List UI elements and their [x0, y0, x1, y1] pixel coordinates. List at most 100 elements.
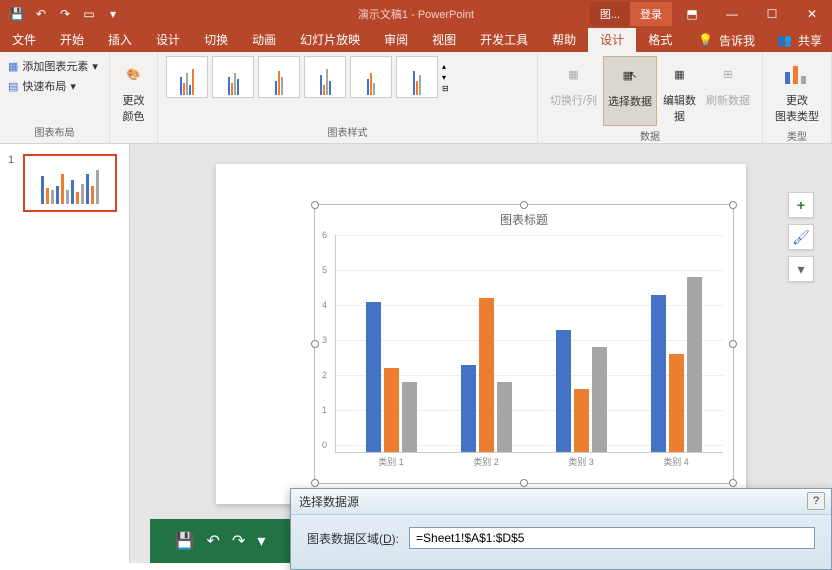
tab-animation[interactable]: 动画 — [240, 28, 288, 52]
redo-icon[interactable]: ↷ — [56, 5, 74, 23]
plus-icon: + — [797, 197, 805, 213]
quick-layout-icon: ▤ — [8, 80, 18, 93]
qat-dropdown-icon[interactable]: ▾ — [104, 5, 122, 23]
slide-number: 1 — [8, 154, 14, 166]
add-chart-element-button[interactable]: ▦添加图表元素 ▾ — [8, 56, 101, 76]
tab-slideshow[interactable]: 幻灯片放映 — [288, 28, 372, 52]
excel-quick-bar: 💾 ↶ ↷ ▾ — [150, 519, 290, 563]
chevron-down-icon: ▾ — [442, 73, 456, 82]
context-tab-image[interactable]: 图... — [590, 2, 630, 26]
group-label-layout: 图表布局 — [8, 122, 101, 139]
slide[interactable]: 图表标题 0123456类别 1类别 2类别 3类别 4 — [216, 164, 746, 504]
change-colors-button[interactable]: 🎨 更改 颜色 — [118, 56, 149, 126]
resize-handle-icon[interactable] — [520, 201, 528, 209]
ribbon-group-colors: 🎨 更改 颜色 — [110, 52, 158, 143]
titlebar-right: 图... 登录 ⬒ — ☐ ✕ — [590, 0, 832, 28]
group-label-data: 数据 — [546, 126, 754, 143]
edit-data-icon: ▦ — [664, 58, 696, 90]
refresh-data-button: ⊞ 刷新数据 — [702, 56, 754, 126]
brush-icon: 🖌 — [792, 229, 810, 246]
minimize-icon[interactable]: — — [712, 0, 752, 28]
undo-icon[interactable]: ↶ — [32, 5, 50, 23]
help-icon[interactable]: ? — [807, 492, 825, 510]
add-element-icon: ▦ — [8, 60, 18, 73]
close-icon[interactable]: ✕ — [792, 0, 832, 28]
share-icon: 👥 — [777, 33, 792, 47]
slide-thumbnails-panel: 1 — [0, 144, 130, 563]
maximize-icon[interactable]: ☐ — [752, 0, 792, 28]
tellme-label[interactable]: 告诉我 — [719, 32, 755, 49]
resize-handle-icon[interactable] — [520, 479, 528, 487]
cursor-icon: ↖ — [629, 70, 637, 81]
style-thumb-6[interactable] — [396, 56, 438, 98]
chart-title[interactable]: 图表标题 — [315, 205, 733, 234]
slide-thumbnail-1[interactable] — [23, 154, 117, 212]
undo-icon[interactable]: ↶ — [207, 531, 220, 551]
tab-home[interactable]: 开始 — [48, 28, 96, 52]
redo-icon[interactable]: ↷ — [232, 531, 245, 551]
chart-object[interactable]: 图表标题 0123456类别 1类别 2类别 3类别 4 — [314, 204, 734, 484]
quick-layout-button[interactable]: ▤快速布局 ▾ — [8, 76, 101, 96]
chevron-up-icon: ▴ — [442, 62, 456, 71]
ribbon-group-data: ▦ 切换行/列 ▦↖ 选择数据 ▦ 编辑数 据 ⊞ 刷新数据 数据 — [538, 52, 763, 143]
tab-insert[interactable]: 插入 — [96, 28, 144, 52]
tab-chart-design[interactable]: 设计 — [588, 28, 636, 52]
funnel-icon: ▾ — [797, 261, 804, 278]
tab-file[interactable]: 文件 — [0, 28, 48, 52]
chart-styles-button[interactable]: 🖌 — [788, 224, 814, 250]
chevron-down-icon: ▾ — [92, 60, 98, 73]
dialog-titlebar[interactable]: 选择数据源 ? — [291, 489, 831, 515]
chart-plot-area[interactable]: 0123456类别 1类别 2类别 3类别 4 — [335, 235, 723, 453]
style-thumb-5[interactable] — [350, 56, 392, 98]
colors-icon: 🎨 — [118, 58, 150, 90]
ribbon-options-icon[interactable]: ⬒ — [672, 0, 712, 28]
tab-view[interactable]: 视图 — [420, 28, 468, 52]
titlebar: 💾 ↶ ↷ ▭ ▾ 演示文稿1 - PowerPoint 图... 登录 ⬒ —… — [0, 0, 832, 28]
ribbon-group-type: 更改 图表类型 类型 — [763, 52, 832, 143]
ribbon-group-styles: ▴▾⊟ 图表样式 — [158, 52, 538, 143]
ribbon-group-layout: ▦添加图表元素 ▾ ▤快速布局 ▾ 图表布局 — [0, 52, 110, 143]
chart-styles-gallery: ▴▾⊟ — [166, 56, 529, 98]
tab-help[interactable]: 帮助 — [540, 28, 588, 52]
chart-filters-button[interactable]: ▾ — [788, 256, 814, 282]
switch-row-col-button: ▦ 切换行/列 — [546, 56, 601, 126]
chevron-down-icon[interactable]: ▾ — [257, 531, 265, 551]
style-thumb-2[interactable] — [212, 56, 254, 98]
group-label-styles: 图表样式 — [166, 122, 529, 139]
tab-devtools[interactable]: 开发工具 — [468, 28, 540, 52]
chart-type-icon — [781, 58, 813, 90]
login-button[interactable]: 登录 — [630, 2, 672, 26]
resize-handle-icon[interactable] — [729, 201, 737, 209]
window-title: 演示文稿1 - PowerPoint — [358, 6, 474, 22]
style-thumb-1[interactable] — [166, 56, 208, 98]
select-data-icon: ▦↖ — [614, 59, 646, 91]
select-data-button[interactable]: ▦↖ 选择数据 — [603, 56, 657, 126]
lightbulb-icon: 💡 — [698, 33, 713, 47]
data-range-input[interactable] — [409, 527, 815, 549]
style-thumb-4[interactable] — [304, 56, 346, 98]
chart-side-tools: + 🖌 ▾ — [788, 192, 814, 282]
save-icon[interactable]: 💾 — [8, 5, 26, 23]
resize-handle-icon[interactable] — [311, 201, 319, 209]
change-chart-type-button[interactable]: 更改 图表类型 — [771, 56, 823, 126]
resize-handle-icon[interactable] — [311, 340, 319, 348]
chevron-down-icon: ▾ — [70, 80, 76, 93]
share-button[interactable]: 共享 — [798, 32, 822, 49]
styles-more-button[interactable]: ▴▾⊟ — [442, 56, 456, 98]
tab-review[interactable]: 审阅 — [372, 28, 420, 52]
resize-handle-icon[interactable] — [311, 479, 319, 487]
switch-icon: ▦ — [557, 58, 589, 90]
tab-transition[interactable]: 切换 — [192, 28, 240, 52]
resize-handle-icon[interactable] — [729, 479, 737, 487]
style-thumb-3[interactable] — [258, 56, 300, 98]
tab-design[interactable]: 设计 — [144, 28, 192, 52]
group-label-type: 类型 — [771, 126, 823, 143]
tab-format[interactable]: 格式 — [636, 28, 684, 52]
chart-elements-button[interactable]: + — [788, 192, 814, 218]
refresh-icon: ⊞ — [712, 58, 744, 90]
edit-data-button[interactable]: ▦ 编辑数 据 — [659, 56, 700, 126]
save-icon[interactable]: 💾 — [175, 531, 195, 551]
quick-access-toolbar: 💾 ↶ ↷ ▭ ▾ — [0, 5, 122, 23]
resize-handle-icon[interactable] — [729, 340, 737, 348]
start-slideshow-icon[interactable]: ▭ — [80, 5, 98, 23]
